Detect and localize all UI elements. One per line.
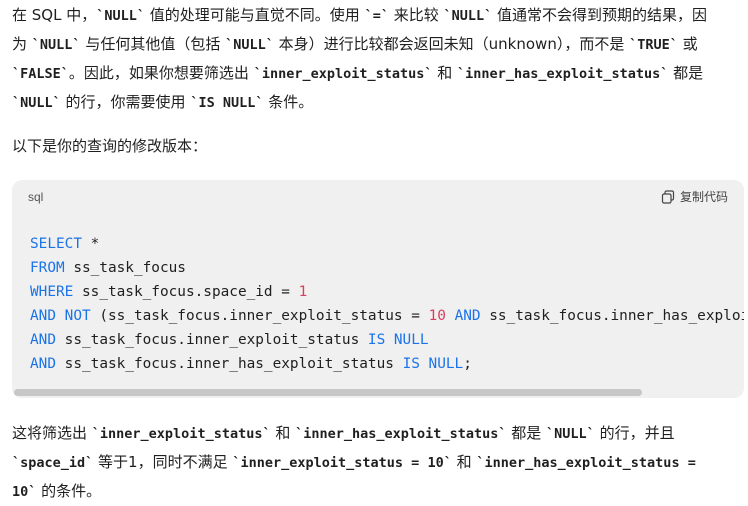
code-line: AND ss_task_focus.inner_has_exploit_stat… bbox=[30, 352, 744, 376]
code-line: AND ss_task_focus.inner_exploit_status I… bbox=[30, 328, 744, 352]
chat-response: 在 SQL 中，`NULL` 值的处理可能与直觉不同。使用 `=` 来比较 `N… bbox=[0, 0, 748, 504]
code-line: WHERE ss_task_focus.space_id = 1 bbox=[30, 280, 744, 304]
inline-code: `NULL` bbox=[31, 37, 81, 53]
sql-keyword: FROM bbox=[30, 260, 65, 276]
sql-text: (ss_task_focus.inner_exploit_status = bbox=[90, 308, 429, 324]
inline-code: 10` bbox=[12, 484, 37, 500]
inline-code: `NULL` bbox=[225, 37, 274, 53]
code-line: AND NOT (ss_task_focus.inner_exploit_sta… bbox=[30, 304, 744, 328]
inline-code: `inner_has_exploit_status = bbox=[476, 455, 696, 471]
summary-paragraph: 这将筛选出 `inner_exploit_status` 和 `inner_ha… bbox=[12, 419, 740, 506]
sql-text: ; bbox=[463, 356, 472, 372]
code-line: SELECT * bbox=[30, 232, 744, 256]
inline-code: `NULL` bbox=[443, 8, 493, 24]
text-line: 为 `NULL` 与任何其他值（包括 `NULL` 本身）进行比较都会返回未知（… bbox=[12, 35, 698, 53]
inline-code: `inner_exploit_status` bbox=[91, 426, 271, 442]
sql-text: ss_task_focus.inner_exploit_status bbox=[56, 332, 368, 348]
code-content[interactable]: SELECT * FROM ss_task_focus WHERE ss_task_… bbox=[30, 232, 744, 376]
sql-keyword: SELECT bbox=[30, 236, 82, 252]
text-line: `FALSE`。因此，如果你想要筛选出 `inner_exploit_statu… bbox=[12, 64, 704, 82]
inline-code: `inner_has_exploit_status` bbox=[457, 66, 669, 82]
intro-paragraph: 以下是你的查询的修改版本： bbox=[12, 137, 208, 155]
inline-code: `IS NULL` bbox=[190, 95, 264, 111]
inline-code: `NULL` bbox=[12, 95, 61, 111]
scrollbar-thumb[interactable] bbox=[14, 389, 642, 396]
text-line: 在 SQL 中，`NULL` 值的处理可能与直觉不同。使用 `=` 来比较 `N… bbox=[12, 6, 708, 24]
sql-text: ss_task_focus.space_id = bbox=[73, 284, 299, 300]
sql-text: * bbox=[81, 236, 100, 252]
code-block: sql 复制代码 SELECT * FROM ss_task_focus WHERE… bbox=[12, 180, 744, 398]
sql-number: 10 bbox=[428, 308, 446, 324]
sql-text: ss_task_focus.inner_has_exploit_status bbox=[56, 356, 403, 372]
inline-code: `inner_exploit_status` bbox=[253, 66, 433, 82]
inline-code: `=` bbox=[364, 8, 389, 24]
sql-keyword: WHERE bbox=[30, 284, 74, 300]
inline-code: `NULL` bbox=[96, 8, 146, 24]
sql-keyword: IS NULL bbox=[367, 332, 429, 348]
text-line: `space_id` 等于1，同时不满足 `inner_exploit_stat… bbox=[12, 453, 696, 471]
sql-text: ss_task_focus.inner_has_exploit_ bbox=[480, 308, 744, 324]
code-language-label: sql bbox=[28, 190, 44, 204]
explanation-paragraph: 在 SQL 中，`NULL` 值的处理可能与直觉不同。使用 `=` 来比较 `N… bbox=[12, 1, 740, 117]
copy-code-label: 复制代码 bbox=[679, 190, 728, 204]
code-line: FROM ss_task_focus bbox=[30, 256, 744, 280]
sql-keyword: AND NOT bbox=[30, 308, 91, 324]
inline-code: `inner_has_exploit_status` bbox=[295, 426, 507, 442]
sql-keyword: AND bbox=[30, 356, 56, 372]
text-line: `NULL` 的行，你需要使用 `IS NULL` 条件。 bbox=[12, 93, 314, 111]
inline-code: `TRUE` bbox=[629, 37, 678, 53]
sql-keyword: AND bbox=[454, 308, 481, 324]
copy-icon bbox=[661, 189, 675, 204]
inline-code: `inner_exploit_status = 10` bbox=[232, 455, 452, 471]
code-block-header: sql 复制代码 bbox=[12, 180, 744, 214]
horizontal-scrollbar[interactable] bbox=[12, 388, 744, 398]
inline-code: `space_id` bbox=[12, 455, 94, 471]
inline-code: `NULL` bbox=[546, 426, 595, 442]
text-line: 10` 的条件。 bbox=[12, 482, 102, 500]
sql-number: 1 bbox=[298, 284, 308, 300]
text-line: 这将筛选出 `inner_exploit_status` 和 `inner_ha… bbox=[12, 424, 675, 442]
inline-code: `FALSE` bbox=[12, 66, 69, 82]
copy-code-button[interactable]: 复制代码 bbox=[661, 188, 728, 205]
sql-keyword: AND bbox=[30, 332, 56, 348]
sql-text: ss_task_focus bbox=[64, 260, 186, 276]
sql-keyword: IS NULL bbox=[402, 356, 464, 372]
